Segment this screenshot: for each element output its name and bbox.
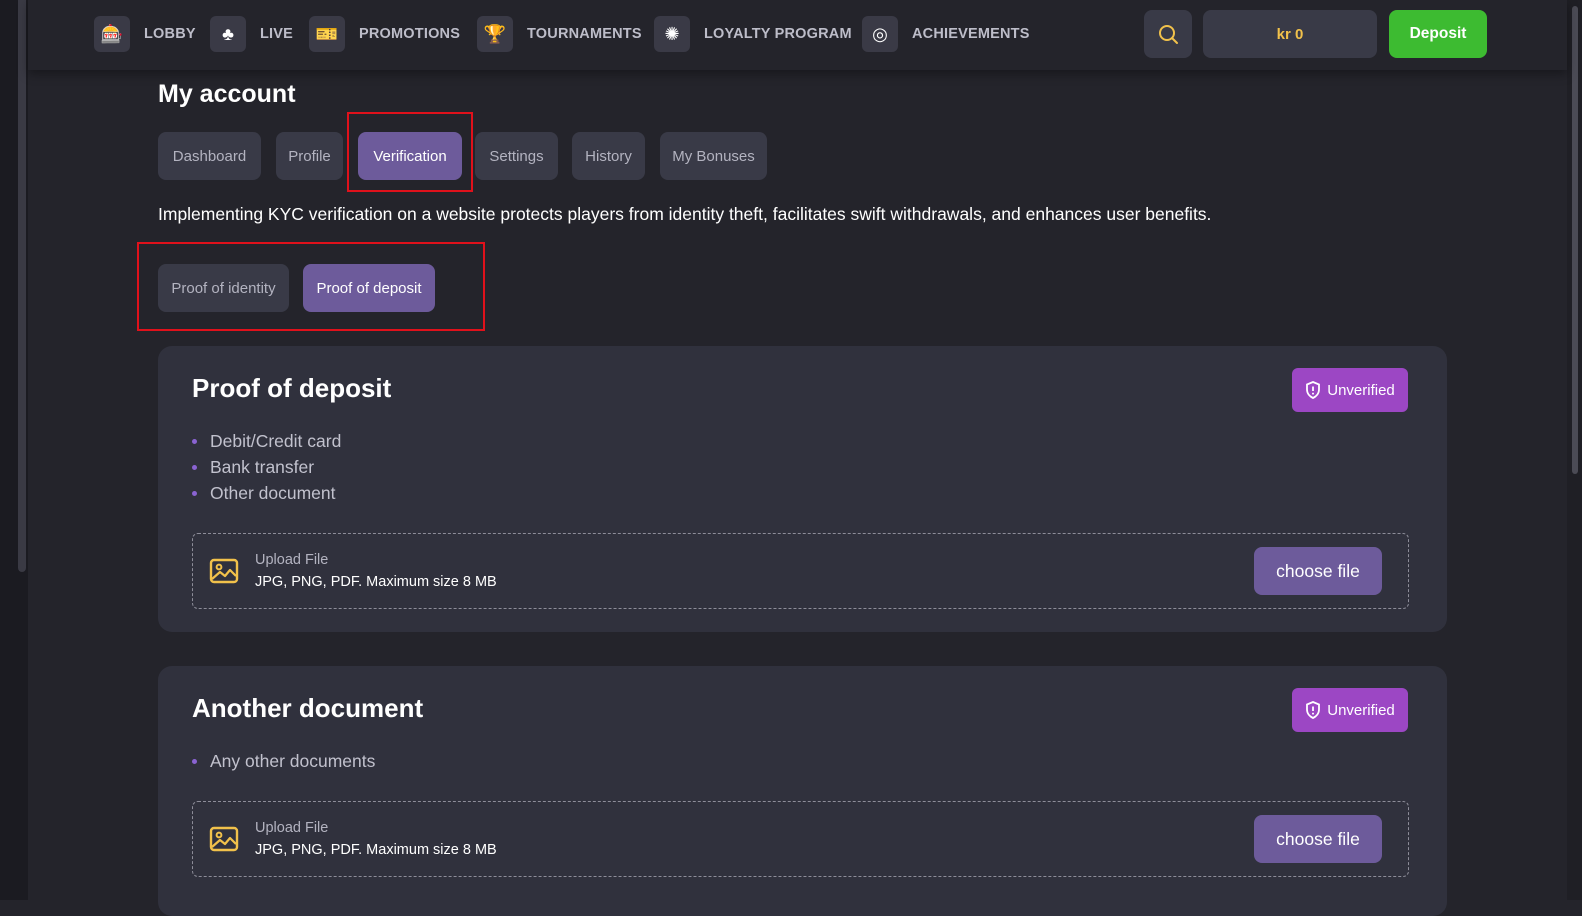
nav-item-live[interactable]: ♣ LIVE — [210, 16, 293, 52]
target-icon: ◎ — [862, 16, 898, 52]
proof-of-deposit-card: Proof of deposit Unverified Debit/Credit… — [158, 346, 1447, 632]
upload-hint: JPG, PNG, PDF. Maximum size 8 MB — [255, 842, 497, 858]
highlight-box-tab — [347, 112, 473, 192]
nav-item-promotions[interactable]: 🎫 PROMOTIONS — [309, 16, 460, 52]
card-title: Proof of deposit — [192, 373, 392, 403]
upload-label: Upload File — [255, 820, 329, 836]
ticket-icon: 🎫 — [309, 16, 345, 52]
upload-dropzone[interactable]: Upload File JPG, PNG, PDF. Maximum size … — [192, 533, 1409, 609]
kyc-intro-text: Implementing KYC verification on a websi… — [158, 204, 1212, 224]
loyalty-emblem-icon: ✺ — [654, 16, 690, 52]
accepted-documents-list: Debit/Credit card Bank transfer Other do… — [192, 428, 341, 506]
choose-file-button[interactable]: choose file — [1254, 815, 1382, 863]
nav-item-tournaments[interactable]: 🏆 TOURNAMENTS — [477, 16, 642, 52]
nav-item-achievements[interactable]: ◎ ACHIEVEMENTS — [862, 16, 1030, 52]
tab-profile[interactable]: Profile — [276, 132, 343, 180]
status-badge: Unverified — [1292, 368, 1408, 412]
balance-display[interactable]: kr 0 — [1203, 10, 1377, 58]
shield-alert-icon — [1306, 701, 1321, 719]
nav-item-label: ACHIEVEMENTS — [912, 26, 1030, 42]
list-item: Bank transfer — [192, 454, 341, 480]
nav-item-label: TOURNAMENTS — [527, 26, 642, 42]
upload-label: Upload File — [255, 552, 329, 568]
another-document-card: Another document Unverified Any other do… — [158, 666, 1447, 916]
image-icon — [209, 826, 239, 852]
status-badge-label: Unverified — [1327, 381, 1395, 399]
deposit-button[interactable]: Deposit — [1389, 10, 1487, 58]
tab-history[interactable]: History — [572, 132, 645, 180]
nav-item-lobby[interactable]: 🎰 LOBBY — [94, 16, 196, 52]
page-title: My account — [158, 80, 296, 108]
shield-alert-icon — [1306, 381, 1321, 399]
nav-item-label: LIVE — [260, 26, 294, 42]
upload-dropzone[interactable]: Upload File JPG, PNG, PDF. Maximum size … — [192, 801, 1409, 877]
nav-item-label: LOBBY — [144, 26, 196, 42]
slot-machine-icon: 🎰 — [94, 16, 130, 52]
tab-dashboard[interactable]: Dashboard — [158, 132, 261, 180]
search-icon — [1159, 25, 1178, 44]
upload-hint: JPG, PNG, PDF. Maximum size 8 MB — [255, 574, 497, 590]
list-item: Other document — [192, 480, 341, 506]
nav-item-label: PROMOTIONS — [359, 26, 461, 42]
tab-settings[interactable]: Settings — [475, 132, 558, 180]
nav-item-loyalty-program[interactable]: ✺ LOYALTY PROGRAM — [654, 16, 852, 52]
image-icon — [209, 558, 239, 584]
trophy-icon: 🏆 — [477, 16, 513, 52]
choose-file-button[interactable]: choose file — [1254, 547, 1382, 595]
status-badge: Unverified — [1292, 688, 1408, 732]
left-scrollbar[interactable] — [18, 0, 26, 572]
tab-my-bonuses[interactable]: My Bonuses — [660, 132, 767, 180]
list-item: Any other documents — [192, 748, 375, 774]
accepted-documents-list: Any other documents — [192, 748, 375, 774]
nav-item-label: LOYALTY PROGRAM — [704, 26, 852, 42]
live-dealer-icon: ♣ — [210, 16, 246, 52]
status-badge-label: Unverified — [1327, 701, 1395, 719]
list-item: Debit/Credit card — [192, 428, 341, 454]
search-button[interactable] — [1144, 10, 1192, 58]
page-scrollbar-thumb[interactable] — [1572, 6, 1578, 474]
highlight-box-subtabs — [137, 242, 485, 331]
card-title: Another document — [192, 693, 424, 723]
